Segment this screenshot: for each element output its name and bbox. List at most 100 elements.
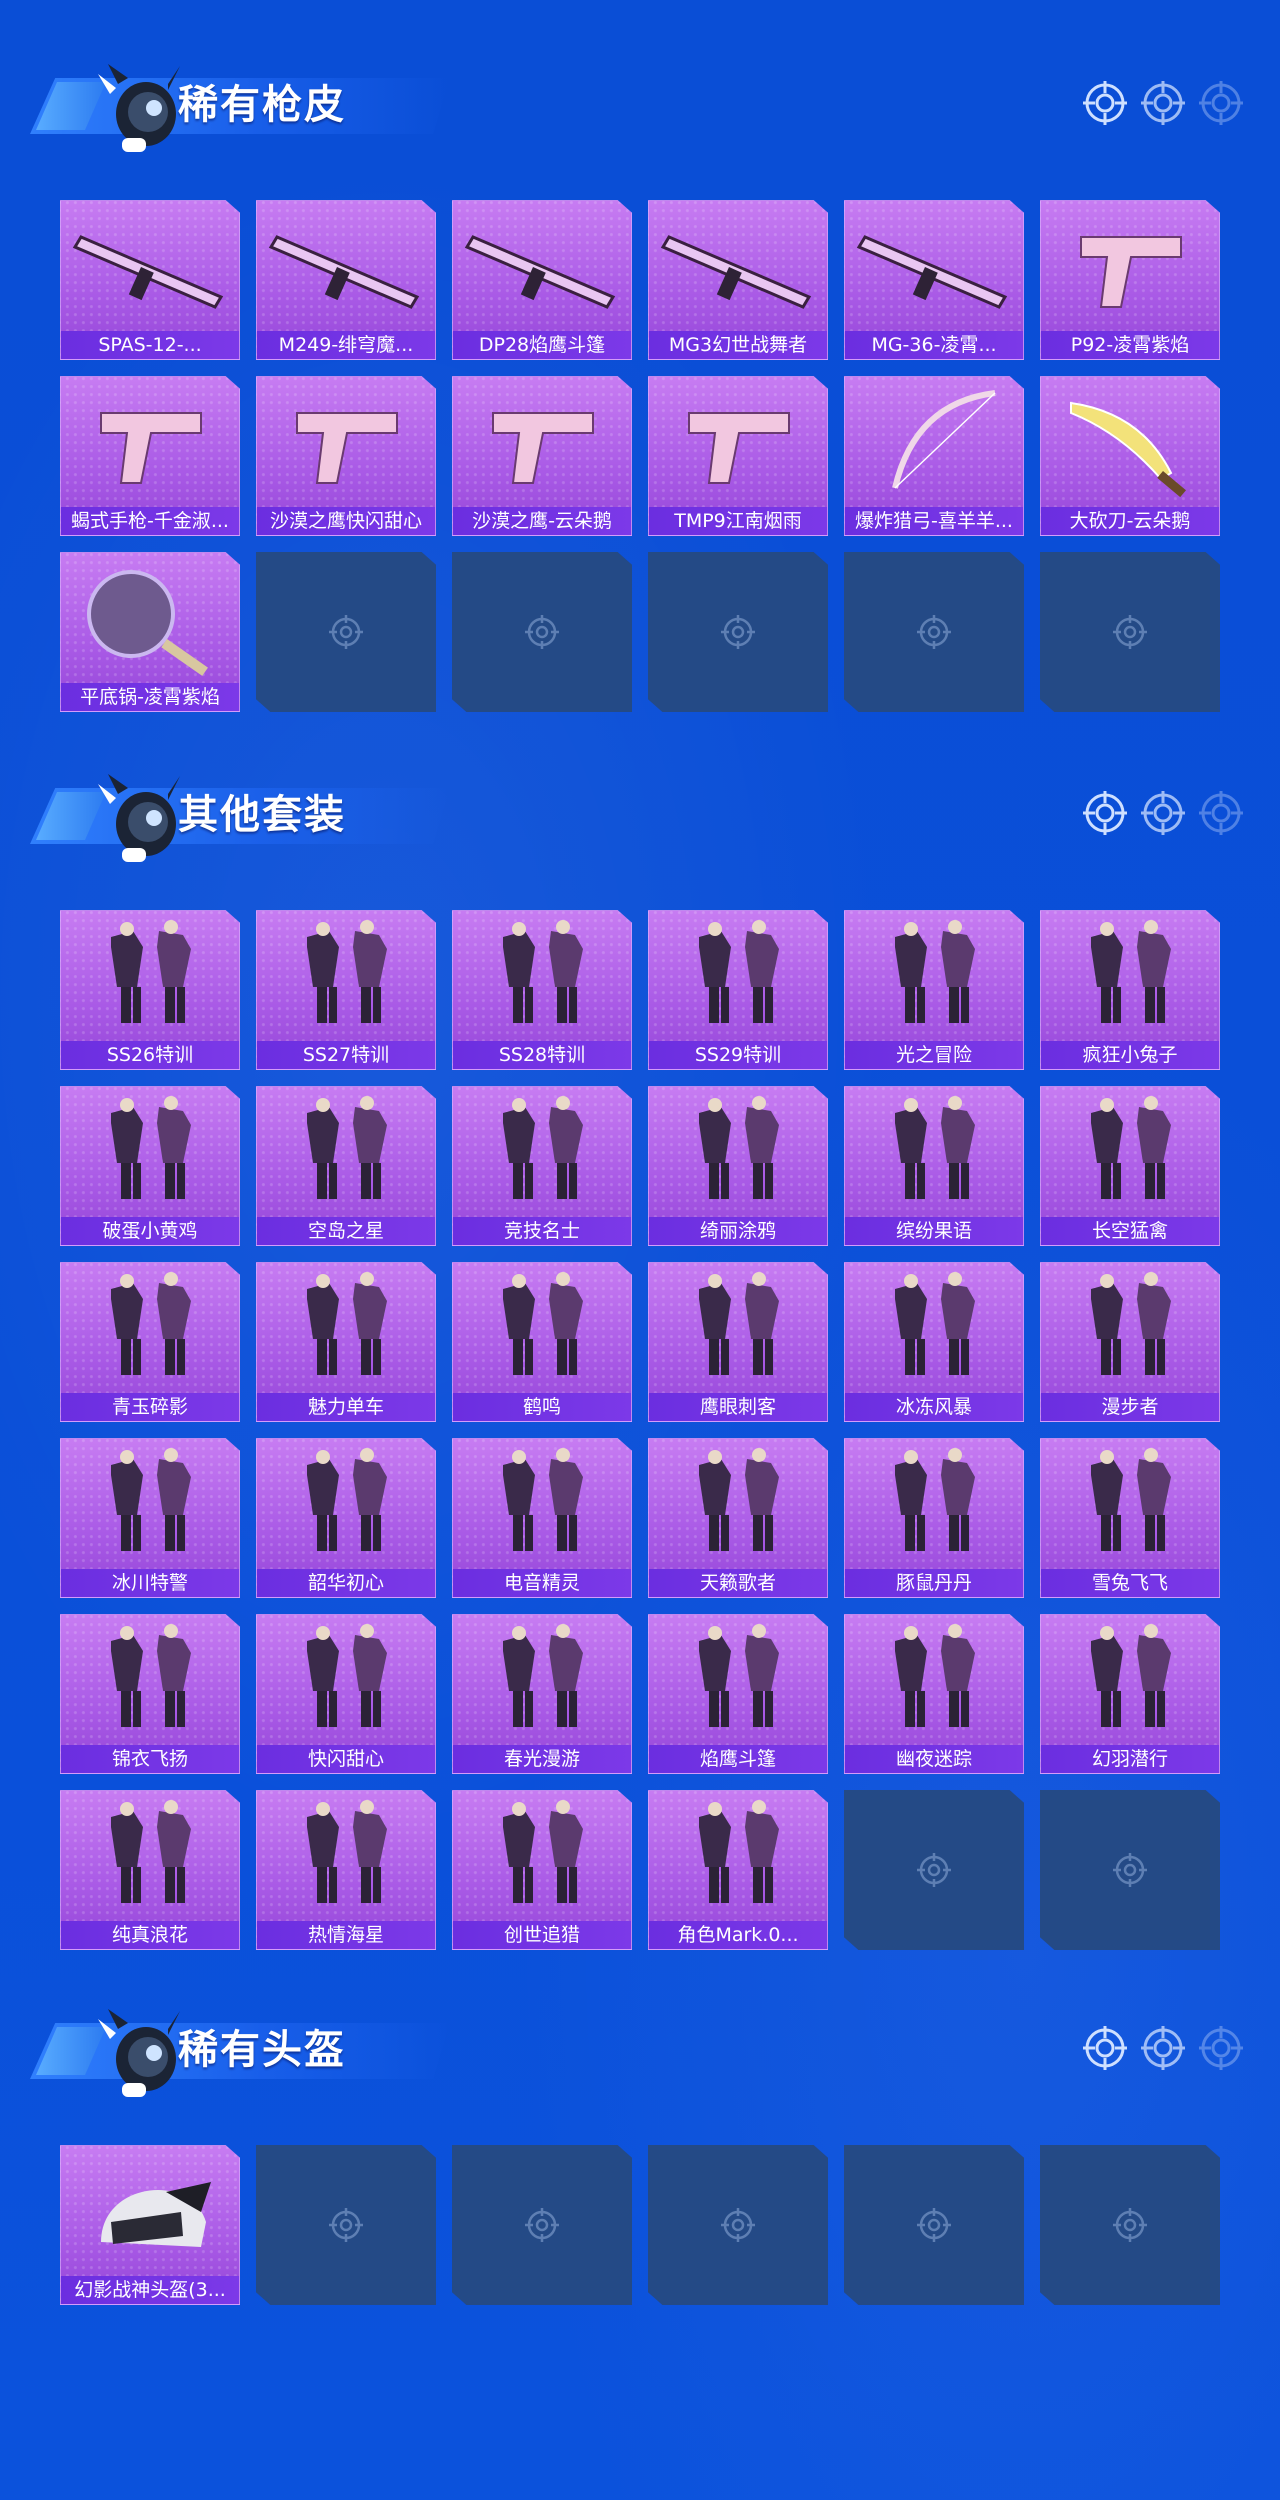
pistol-icon — [1080, 236, 1182, 308]
empty-slot — [844, 552, 1024, 712]
item-card[interactable]: 爆炸猎弓-喜羊羊... — [844, 376, 1024, 536]
item-label: DP28焰鹰斗篷 — [453, 331, 631, 359]
item-card[interactable]: 疯狂小兔子 — [1040, 910, 1220, 1070]
pistol-icon — [492, 412, 594, 484]
item-card[interactable]: 冰川特警 — [60, 1438, 240, 1598]
outfit-icon — [307, 1624, 387, 1727]
empty-slot-icon — [917, 2208, 951, 2242]
item-label: SS29特训 — [649, 1041, 827, 1069]
item-card[interactable]: 竞技名士 — [452, 1086, 632, 1246]
section-header: 稀有枪皮 — [30, 50, 450, 160]
item-card[interactable]: SS29特训 — [648, 910, 828, 1070]
outfit-icon — [895, 1448, 975, 1551]
item-card[interactable]: DP28焰鹰斗篷 — [452, 200, 632, 360]
item-card[interactable]: 沙漠之鹰-云朵鹅 — [452, 376, 632, 536]
item-card[interactable]: 平底锅-凌霄紫焰 — [60, 552, 240, 712]
empty-slot-icon — [329, 615, 363, 649]
pan-icon — [87, 570, 208, 676]
item-card[interactable]: 鹰眼刺客 — [648, 1262, 828, 1422]
outfit-icon — [111, 1624, 191, 1727]
section-header: 稀有头盔 — [30, 1995, 450, 2105]
item-card[interactable]: 幻影战神头盔(3... — [60, 2145, 240, 2305]
item-card[interactable]: 锦衣飞扬 — [60, 1614, 240, 1774]
item-card[interactable]: 幻羽潜行 — [1040, 1614, 1220, 1774]
item-card[interactable]: 电音精灵 — [452, 1438, 632, 1598]
item-card[interactable]: 大砍刀-云朵鹅 — [1040, 376, 1220, 536]
item-card[interactable]: 春光漫游 — [452, 1614, 632, 1774]
item-card[interactable]: 创世追猎 — [452, 1790, 632, 1950]
item-label: 韶华初心 — [257, 1569, 435, 1597]
outfit-icon — [699, 920, 779, 1023]
target-icon — [1199, 791, 1243, 835]
item-card[interactable]: 青玉碎影 — [60, 1262, 240, 1422]
item-card[interactable]: SPAS-12-... — [60, 200, 240, 360]
item-label: 绮丽涂鸦 — [649, 1217, 827, 1245]
outfit-icon — [111, 1096, 191, 1199]
item-card[interactable]: 沙漠之鹰快闪甜心 — [256, 376, 436, 536]
item-card[interactable]: 纯真浪花 — [60, 1790, 240, 1950]
item-label: 鹰眼刺客 — [649, 1393, 827, 1421]
outfit-icon — [503, 1096, 583, 1199]
item-card[interactable]: MG3幻世战舞者 — [648, 200, 828, 360]
item-card[interactable]: 鹤鸣 — [452, 1262, 632, 1422]
item-card[interactable]: 雪兔飞飞 — [1040, 1438, 1220, 1598]
item-card[interactable]: 漫步者 — [1040, 1262, 1220, 1422]
outfit-icon — [307, 1096, 387, 1199]
item-label: 长空猛禽 — [1041, 1217, 1219, 1245]
item-card[interactable]: 冰冻风暴 — [844, 1262, 1024, 1422]
item-card[interactable]: 破蛋小黄鸡 — [60, 1086, 240, 1246]
target-icon — [1141, 81, 1185, 125]
target-icon — [1083, 791, 1127, 835]
item-label: 竞技名士 — [453, 1217, 631, 1245]
item-card[interactable]: 焰鹰斗篷 — [648, 1614, 828, 1774]
item-card[interactable]: 角色Mark.0... — [648, 1790, 828, 1950]
item-card[interactable]: 空岛之星 — [256, 1086, 436, 1246]
item-card[interactable]: M249-绯穹魔... — [256, 200, 436, 360]
target-icon — [1083, 2026, 1127, 2070]
item-card[interactable]: 幽夜迷踪 — [844, 1614, 1024, 1774]
item-label: 热情海星 — [257, 1921, 435, 1949]
item-card[interactable]: 豚鼠丹丹 — [844, 1438, 1024, 1598]
outfit-icon — [1091, 920, 1171, 1023]
item-label: MG-36-凌霄... — [845, 331, 1023, 359]
item-label: SS27特训 — [257, 1041, 435, 1069]
item-label: 缤纷果语 — [845, 1217, 1023, 1245]
machine-gun-icon — [660, 235, 812, 309]
section-title: 稀有枪皮 — [178, 82, 346, 128]
item-card[interactable]: 长空猛禽 — [1040, 1086, 1220, 1246]
empty-slot — [844, 1790, 1024, 1950]
item-card[interactable]: 韶华初心 — [256, 1438, 436, 1598]
outfit-icon — [111, 1448, 191, 1551]
item-card[interactable]: SS27特训 — [256, 910, 436, 1070]
outfit-icon — [111, 1272, 191, 1375]
item-card[interactable]: 绮丽涂鸦 — [648, 1086, 828, 1246]
outfit-icon — [503, 1624, 583, 1727]
empty-slot — [1040, 552, 1220, 712]
item-label: 角色Mark.0... — [649, 1921, 827, 1949]
item-card[interactable]: MG-36-凌霄... — [844, 200, 1024, 360]
item-card[interactable]: 热情海星 — [256, 1790, 436, 1950]
item-label: 焰鹰斗篷 — [649, 1745, 827, 1773]
item-card[interactable]: P92-凌霄紫焰 — [1040, 200, 1220, 360]
rifle-icon — [856, 235, 1008, 309]
machine-gun-icon — [464, 235, 616, 309]
section-title: 稀有头盔 — [178, 2027, 346, 2073]
item-label: 雪兔飞飞 — [1041, 1569, 1219, 1597]
item-card[interactable]: 蝎式手枪-千金淑... — [60, 376, 240, 536]
item-label: SS28特训 — [453, 1041, 631, 1069]
outfit-icon — [895, 1624, 975, 1727]
item-card[interactable]: 魅力单车 — [256, 1262, 436, 1422]
item-label: 平底锅-凌霄紫焰 — [61, 683, 239, 711]
item-card[interactable]: SS28特训 — [452, 910, 632, 1070]
outfit-icon — [307, 1448, 387, 1551]
item-card[interactable]: SS26特训 — [60, 910, 240, 1070]
item-card[interactable]: 快闪甜心 — [256, 1614, 436, 1774]
item-label: 蝎式手枪-千金淑... — [61, 507, 239, 535]
item-card[interactable]: 光之冒险 — [844, 910, 1024, 1070]
item-card[interactable]: TMP9江南烟雨 — [648, 376, 828, 536]
item-card[interactable]: 缤纷果语 — [844, 1086, 1024, 1246]
item-label: 冰川特警 — [61, 1569, 239, 1597]
item-card[interactable]: 天籁歌者 — [648, 1438, 828, 1598]
outfit-icon — [307, 920, 387, 1023]
item-label: 爆炸猎弓-喜羊羊... — [845, 507, 1023, 535]
